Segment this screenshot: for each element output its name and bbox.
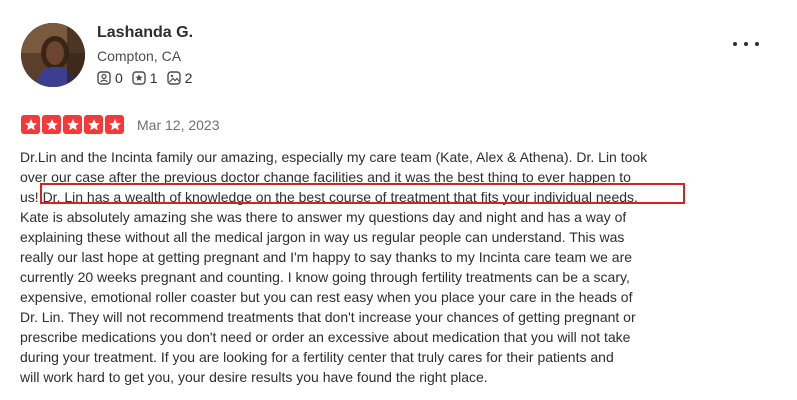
review-text-line: expensive, emotional roller coaster but … <box>20 289 633 305</box>
friends-icon <box>97 71 111 85</box>
reviewer-name[interactable]: Lashanda G. <box>97 23 193 43</box>
review-text-line: prescribe medications you don't need or … <box>20 329 631 345</box>
reviews-stat: 1 <box>132 70 158 86</box>
star-icon <box>21 115 40 134</box>
star-icon <box>63 115 82 134</box>
star-icon <box>42 115 61 134</box>
reviewer-stats: 0 1 2 <box>97 70 201 86</box>
review-text-line: Kate is absolutely amazing she was there… <box>20 209 627 225</box>
star-rating <box>21 115 124 134</box>
friends-count: 0 <box>115 70 123 86</box>
friends-stat: 0 <box>97 70 123 86</box>
reviewer-location: Compton, CA <box>97 48 182 64</box>
more-options-icon <box>733 42 737 46</box>
review-text-line: Dr.Lin and the Incinta family our amazin… <box>20 149 648 165</box>
review-text-line: explaining these without all the medical… <box>20 229 625 245</box>
review-text-line: us! Dr. Lin has a wealth of knowledge on… <box>20 189 638 205</box>
star-icon <box>84 115 103 134</box>
review-date: Mar 12, 2023 <box>137 117 220 133</box>
review-text-line: will work hard to get you, your desire r… <box>20 369 488 385</box>
reviews-count: 1 <box>149 70 158 86</box>
avatar[interactable] <box>21 23 85 87</box>
more-options-dot <box>755 42 759 46</box>
more-options-dot <box>744 42 748 46</box>
photos-stat: 2 <box>166 70 193 86</box>
more-options-button[interactable] <box>733 36 759 52</box>
review-text-line: over our case after the previous doctor … <box>20 169 631 185</box>
review-text-line: currently 20 weeks pregnant and counting… <box>20 269 630 285</box>
photos-count: 2 <box>184 70 193 86</box>
review-star-icon <box>132 71 146 85</box>
review-text-line: Dr. Lin. They will not recommend treatme… <box>20 309 636 325</box>
review-text-line: during your treatment. If you are lookin… <box>20 349 614 365</box>
star-icon <box>105 115 124 134</box>
photo-icon <box>166 71 181 85</box>
review-text-line: really our last hope at getting pregnant… <box>20 249 633 265</box>
